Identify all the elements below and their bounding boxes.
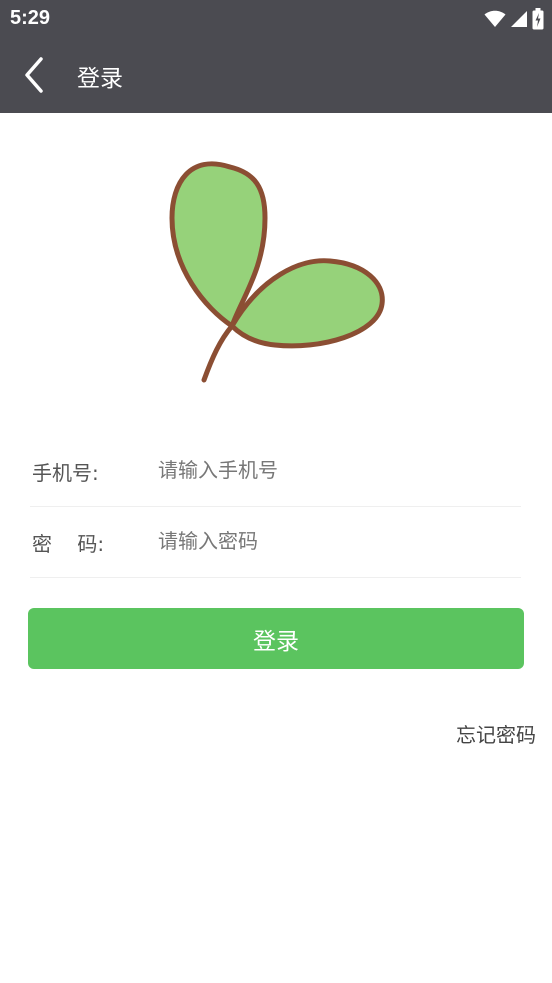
- password-row: 密 码:: [30, 507, 521, 578]
- phone-row: 手机号:: [30, 436, 521, 507]
- header-bar: 5:29 登录: [0, 0, 552, 113]
- wifi-icon: [484, 10, 506, 27]
- leaf-logo-icon: [169, 161, 385, 383]
- chevron-left-icon: [25, 57, 43, 93]
- login-button[interactable]: 登录: [28, 608, 524, 669]
- phone-input[interactable]: [158, 452, 513, 488]
- signal-icon: [511, 11, 527, 27]
- status-time: 5:29: [10, 7, 51, 29]
- password-label: 密 码:: [32, 532, 105, 556]
- status-icons: [484, 8, 544, 30]
- forgot-password-link[interactable]: 忘记密码: [456, 719, 536, 748]
- app-bar: 登录: [0, 38, 552, 113]
- page-title: 登录: [77, 66, 123, 92]
- battery-charging-icon: [532, 8, 544, 30]
- phone-label: 手机号:: [32, 461, 99, 485]
- status-bar: 5:29: [0, 0, 552, 38]
- back-button[interactable]: [14, 52, 54, 98]
- password-input[interactable]: [158, 523, 513, 559]
